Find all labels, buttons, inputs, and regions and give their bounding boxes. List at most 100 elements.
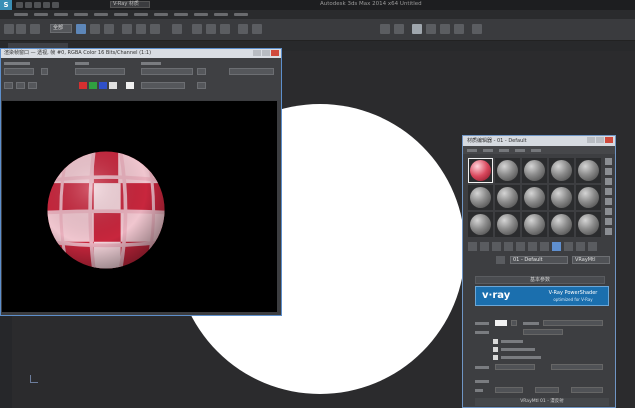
backlight-icon[interactable] [605, 168, 612, 175]
material-slot[interactable] [495, 185, 520, 210]
uv-tiling-icon[interactable] [605, 188, 612, 195]
material-slot[interactable] [576, 158, 601, 183]
edit-region-icon[interactable] [41, 68, 48, 75]
options-icon[interactable] [605, 218, 612, 225]
snap-icon[interactable] [192, 24, 202, 34]
material-slot[interactable] [576, 185, 601, 210]
render-setup-icon[interactable] [426, 24, 436, 34]
material-id-icon[interactable] [540, 242, 549, 251]
menu-help[interactable] [234, 13, 248, 16]
sample-type-icon[interactable] [605, 158, 612, 165]
clone-frame-icon[interactable] [28, 82, 37, 89]
render-production-icon[interactable] [454, 24, 464, 34]
put-to-library-icon[interactable] [528, 242, 537, 251]
close-icon[interactable] [271, 50, 279, 56]
vray-toolbar-icon[interactable] [472, 24, 482, 34]
redo-icon[interactable] [52, 2, 59, 8]
menu-graph-editors[interactable] [154, 13, 168, 16]
menu-animation[interactable] [134, 13, 148, 16]
material-editor-titlebar[interactable]: 材质编辑器 - 01 - Default [463, 136, 615, 146]
roughness-spinner[interactable] [543, 320, 603, 326]
workspace-search[interactable]: V-Ray 材质 [110, 1, 150, 8]
basic-parameters-rollout[interactable]: 基本参数 [475, 276, 605, 284]
ior-spinner[interactable] [495, 387, 523, 393]
undo-icon[interactable] [43, 2, 50, 8]
menu-group[interactable] [54, 13, 68, 16]
menu-maxscript[interactable] [214, 13, 228, 16]
material-slot[interactable] [522, 185, 547, 210]
material-slot[interactable] [495, 212, 520, 237]
undo-toolbar-icon[interactable] [4, 24, 14, 34]
move-icon[interactable] [122, 24, 132, 34]
video-check-icon[interactable] [605, 198, 612, 205]
new-file-icon[interactable] [16, 2, 23, 8]
rectangle-select-icon[interactable] [104, 24, 114, 34]
app-logo-icon[interactable]: S [0, 0, 12, 10]
green-channel-icon[interactable] [89, 82, 97, 89]
menu-views[interactable] [74, 13, 88, 16]
reflect-type-dropdown[interactable] [523, 329, 563, 335]
save-file-icon[interactable] [34, 2, 41, 8]
pick-material-icon[interactable] [496, 256, 505, 264]
select-object-icon[interactable] [76, 24, 86, 34]
render-button[interactable] [229, 68, 274, 75]
put-to-scene-icon[interactable] [480, 242, 489, 251]
angle-snap-icon[interactable] [206, 24, 216, 34]
menu-create[interactable] [94, 13, 108, 16]
get-material-icon[interactable] [468, 242, 477, 251]
link-icon[interactable] [30, 24, 40, 34]
option-checkbox-2[interactable] [493, 347, 498, 352]
minimize-icon[interactable] [253, 50, 261, 56]
material-editor-icon[interactable] [412, 24, 422, 34]
rotate-icon[interactable] [136, 24, 146, 34]
go-forward-sibling-icon[interactable] [588, 242, 597, 251]
rendered-frame-icon[interactable] [440, 24, 450, 34]
material-name-field[interactable]: 01 - Default [510, 256, 568, 264]
assign-to-selection-icon[interactable] [492, 242, 501, 251]
material-slot[interactable] [522, 158, 547, 183]
background-icon[interactable] [605, 178, 612, 185]
material-slot[interactable] [495, 158, 520, 183]
render-window-titlebar[interactable]: 渲染帧窗口 — 透视, 帧 #0, RGBA Color 16 Bits/Cha… [1, 49, 281, 58]
save-image-icon[interactable] [4, 82, 13, 89]
scale-icon[interactable] [150, 24, 160, 34]
menu-material[interactable] [483, 148, 493, 152]
show-in-viewport-icon[interactable] [552, 242, 561, 251]
red-channel-icon[interactable] [79, 82, 87, 89]
go-to-parent-icon[interactable] [576, 242, 585, 251]
menu-tools[interactable] [34, 13, 48, 16]
render-preset-dropdown[interactable] [141, 68, 193, 75]
diffuse-map-button[interactable] [511, 320, 517, 326]
align-icon[interactable] [252, 24, 262, 34]
make-unique-icon[interactable] [516, 242, 525, 251]
channel-display-dropdown[interactable] [141, 82, 185, 89]
color-swatch[interactable] [126, 82, 134, 89]
viewport-dropdown[interactable] [75, 68, 125, 75]
menu-customize[interactable] [194, 13, 208, 16]
pivot-icon[interactable] [172, 24, 182, 34]
menu-modifiers[interactable] [114, 13, 128, 16]
area-to-render-dropdown[interactable] [4, 68, 34, 75]
select-by-material-icon[interactable] [605, 228, 612, 235]
material-slot[interactable] [468, 158, 493, 183]
option-checkbox-1[interactable] [493, 339, 498, 344]
subdivs-spinner[interactable] [551, 364, 603, 370]
menu-navigation[interactable] [499, 148, 509, 152]
menu-utilities[interactable] [531, 148, 541, 152]
selection-filter-dropdown[interactable]: 全部 [50, 24, 72, 33]
curve-editor-icon[interactable] [380, 24, 390, 34]
menu-options[interactable] [515, 148, 525, 152]
material-slot[interactable] [468, 212, 493, 237]
percent-snap-icon[interactable] [220, 24, 230, 34]
mirror-icon[interactable] [238, 24, 248, 34]
exit-color-spinner[interactable] [571, 387, 603, 393]
material-slot[interactable] [549, 212, 574, 237]
select-by-name-icon[interactable] [90, 24, 100, 34]
blue-channel-icon[interactable] [99, 82, 107, 89]
material-type-button[interactable]: VRayMtl [572, 256, 610, 264]
redo-toolbar-icon[interactable] [16, 24, 26, 34]
close-icon[interactable] [605, 137, 613, 143]
material-slot[interactable] [522, 212, 547, 237]
reset-map-icon[interactable] [504, 242, 513, 251]
material-slot[interactable] [549, 185, 574, 210]
